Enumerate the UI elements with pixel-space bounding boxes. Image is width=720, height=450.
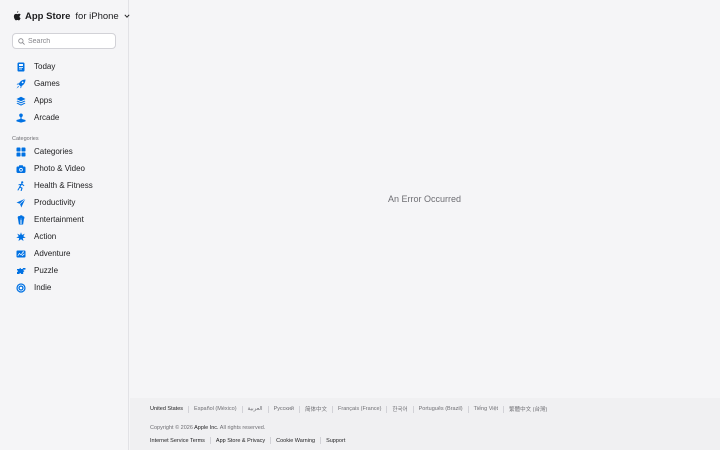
- copyright-prefix: Copyright © 2026: [150, 425, 195, 431]
- today-icon: [16, 62, 26, 72]
- link-separator: [267, 405, 269, 413]
- sidebar-item-label: Entertainment: [34, 215, 84, 224]
- legal-link[interactable]: Cookie Warning: [276, 438, 315, 444]
- locale-link[interactable]: 繁體中文 (台灣): [509, 405, 547, 413]
- nav-item-label: Arcade: [34, 113, 60, 122]
- locale-link[interactable]: Français (France): [338, 406, 381, 412]
- nav-item-label: Games: [34, 79, 60, 88]
- locale-link[interactable]: العربية: [248, 406, 263, 412]
- sidebar-item-photo-video[interactable]: Photo & Video: [10, 161, 118, 176]
- link-separator: [298, 405, 300, 413]
- sidebar-item-label: Productivity: [34, 198, 76, 207]
- brand-platform: for iPhone: [75, 10, 119, 22]
- locale-link[interactable]: Português (Brazil): [419, 406, 463, 412]
- sidebar-item-label: Indie: [34, 283, 52, 292]
- link-separator: [412, 405, 414, 413]
- sidebar-item-label: Action: [34, 232, 57, 241]
- categories-heading: Categories: [12, 136, 39, 142]
- nav-item-label: Apps: [34, 96, 53, 105]
- link-separator: [503, 405, 505, 413]
- locale-link[interactable]: Español (México): [194, 406, 237, 412]
- locale-link[interactable]: Tiếng Việt: [474, 406, 498, 412]
- sidebar-item-productivity[interactable]: Productivity: [10, 195, 118, 210]
- nav-item-apps[interactable]: Apps: [10, 93, 118, 108]
- paper-plane-icon: [16, 197, 26, 208]
- link-separator: [332, 405, 333, 413]
- layers-icon: [16, 96, 26, 106]
- locale-list: United States Español (México) العربية Русс…: [150, 405, 547, 413]
- copyright-company: Apple Inc.: [194, 425, 219, 431]
- link-separator: [386, 405, 388, 413]
- sidebar-item-label: Adventure: [34, 249, 71, 258]
- sidebar-item-indie[interactable]: Indie: [10, 280, 118, 295]
- nav-item-games[interactable]: Games: [10, 76, 118, 91]
- link-separator: [241, 405, 243, 413]
- search-icon: [18, 37, 25, 45]
- legal-link[interactable]: App Store & Privacy: [216, 438, 265, 444]
- runner-icon: [16, 180, 26, 191]
- sidebar-item-health-fitness[interactable]: Health & Fitness: [10, 178, 118, 193]
- chevron-down-icon: [124, 14, 130, 18]
- nav-item-label: Today: [34, 62, 56, 71]
- sidebar-item-entertainment[interactable]: Entertainment: [10, 212, 118, 227]
- sidebar-item-label: Health & Fitness: [34, 181, 93, 190]
- link-separator: [320, 437, 322, 444]
- copyright-suffix: All rights reserved.: [218, 425, 266, 431]
- nav-item-today[interactable]: Today: [10, 59, 118, 74]
- rocket-icon: [16, 79, 26, 89]
- sidebar-item-label: Photo & Video: [34, 164, 86, 173]
- apple-logo-icon: [13, 11, 21, 21]
- footer: United States Español (México) العربية Русс…: [130, 398, 720, 450]
- locale-link[interactable]: Русский: [274, 406, 294, 412]
- search-input[interactable]: [28, 37, 112, 45]
- brand-name: App Store: [25, 10, 71, 22]
- locale-link[interactable]: 한국어: [392, 405, 407, 413]
- link-separator: [467, 405, 469, 413]
- locale-link[interactable]: United States: [150, 406, 183, 412]
- link-separator: [270, 437, 272, 444]
- app-store-brand[interactable]: App Store for iPhone: [12, 8, 130, 24]
- copyright: Copyright © 2026 Apple Inc. All rights r…: [150, 425, 265, 431]
- link-separator: [209, 437, 211, 444]
- burst-icon: [16, 231, 26, 242]
- sidebar-item-categories[interactable]: Categories: [10, 144, 118, 159]
- legal-link[interactable]: Internet Service Terms: [150, 438, 205, 444]
- sidebar-item-label: Puzzle: [34, 266, 59, 275]
- link-separator: [188, 405, 190, 413]
- nav-item-arcade[interactable]: Arcade: [10, 110, 118, 125]
- sidebar-item-label: Categories: [34, 147, 73, 156]
- sidebar-item-puzzle[interactable]: Puzzle: [10, 263, 118, 278]
- target-icon: [16, 282, 26, 293]
- legal-link[interactable]: Support: [326, 438, 345, 444]
- error-message: An Error Occurred: [388, 194, 462, 204]
- grid-icon: [16, 147, 26, 157]
- sidebar-item-action[interactable]: Action: [10, 229, 118, 244]
- search-box[interactable]: [12, 33, 116, 49]
- puzzle-icon: [16, 266, 26, 276]
- camera-icon: [16, 164, 26, 174]
- legal-links: Internet Service Terms App Store & Privac…: [150, 437, 345, 444]
- popcorn-icon: [16, 214, 26, 225]
- map-icon: [16, 249, 26, 259]
- joystick-icon: [16, 113, 26, 123]
- locale-link[interactable]: 简体中文: [305, 405, 327, 413]
- sidebar: App Store for iPhone Today Games Apps: [0, 0, 130, 450]
- sidebar-item-adventure[interactable]: Adventure: [10, 246, 118, 261]
